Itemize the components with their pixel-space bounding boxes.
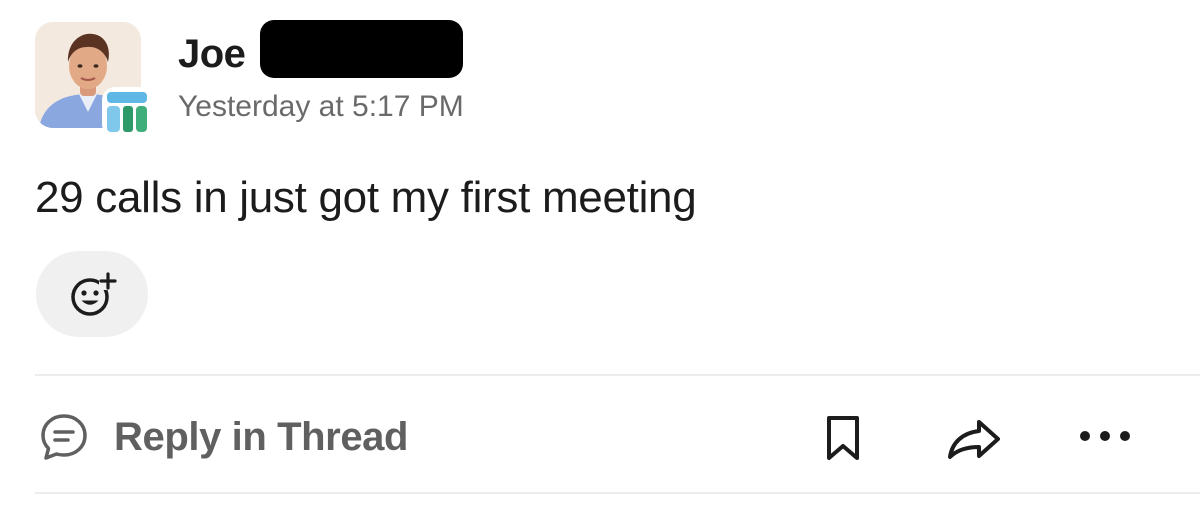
redaction-block xyxy=(260,20,463,78)
add-reaction-icon xyxy=(71,272,117,316)
author-name[interactable]: Joe xyxy=(178,30,246,78)
bookmark-button[interactable] xyxy=(823,414,863,462)
message-timestamp[interactable]: Yesterday at 5:17 PM xyxy=(178,88,464,126)
more-actions-button[interactable] xyxy=(1078,427,1132,445)
reply-in-thread-label: Reply in Thread xyxy=(114,415,409,459)
more-icon xyxy=(1080,431,1130,441)
share-button[interactable] xyxy=(945,417,1003,461)
add-reaction-button[interactable] xyxy=(36,251,148,337)
bookmark-icon xyxy=(827,416,859,460)
divider xyxy=(35,374,1200,376)
message-text: 29 calls in just got my first meeting xyxy=(35,173,697,222)
divider xyxy=(35,492,1200,494)
message-card: Joe Yesterday at 5:17 PM 29 calls in jus… xyxy=(0,0,1200,511)
share-icon xyxy=(948,420,1000,459)
app-badge-icon xyxy=(104,89,150,135)
reply-in-thread-button[interactable]: Reply in Thread xyxy=(38,410,408,464)
comment-icon xyxy=(41,414,87,460)
